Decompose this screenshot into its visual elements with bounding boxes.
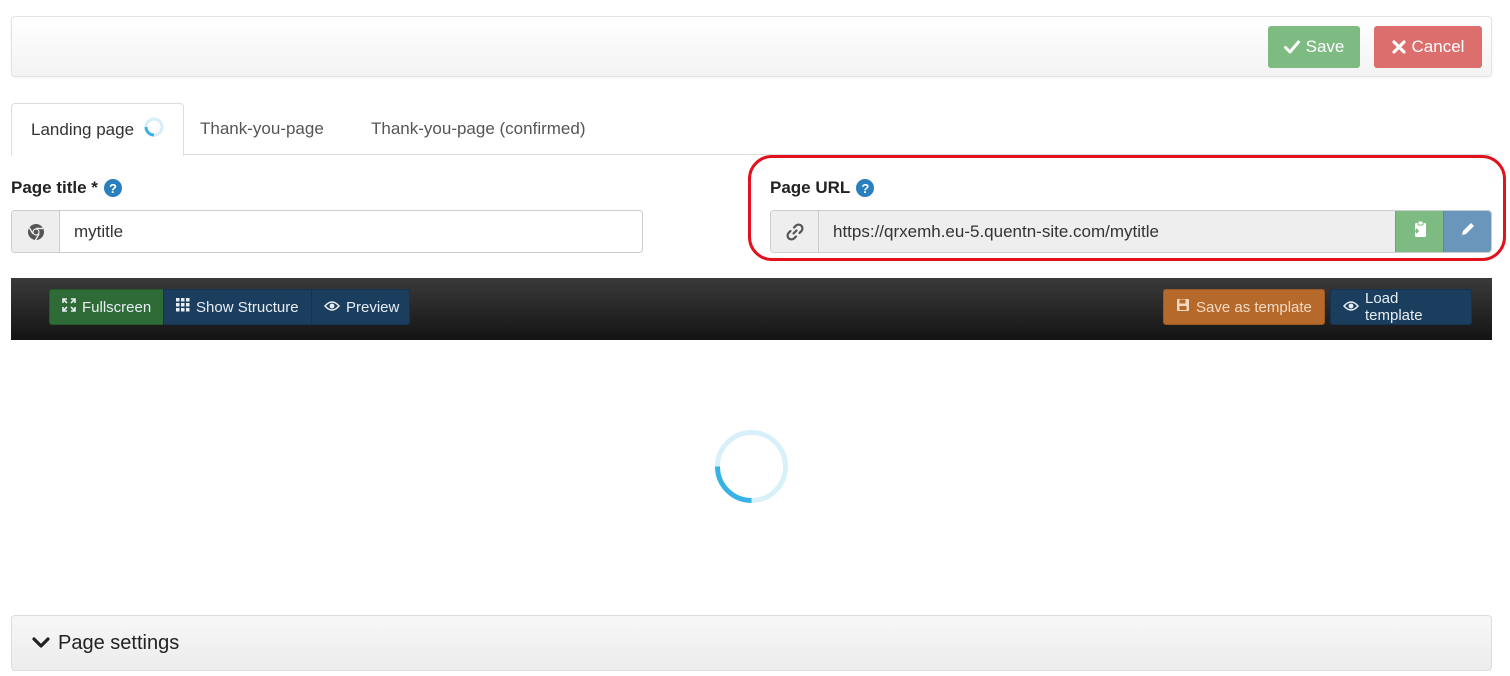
fullscreen-label: Fullscreen [82,298,152,316]
tab-thank-you-page[interactable]: Thank-you-page [181,103,343,155]
page-settings-label: Page settings [58,631,180,654]
preview-button[interactable]: Preview [311,289,410,325]
loading-spinner-icon [144,117,164,142]
close-icon [1391,40,1406,54]
page-title-label: Page title * ? [11,178,122,198]
editor-toolbar: Fullscreen Show Structure Preview Save a… [11,278,1492,340]
load-template-button[interactable]: Load template [1330,289,1472,325]
chrome-icon [12,211,60,252]
floppy-icon [1176,298,1190,316]
tab-label: Landing page [31,119,135,139]
clipboard-icon [1412,220,1428,243]
save-as-template-button[interactable]: Save as template [1163,289,1325,325]
save-button[interactable]: Save [1268,26,1360,68]
page-settings-panel[interactable]: Page settings [11,615,1492,671]
grid-icon [176,298,190,316]
save-as-template-label: Save as template [1196,298,1312,316]
loading-spinner-icon [713,428,790,510]
eye-icon [324,299,340,316]
tab-label: Thank-you-page (confirmed) [371,119,586,138]
edit-url-button[interactable] [1443,211,1491,252]
preview-label: Preview [346,298,400,316]
tab-label: Thank-you-page [200,119,324,138]
link-icon [771,211,819,252]
save-button-label: Save [1305,37,1345,56]
top-action-bar: Save Cancel [11,16,1492,77]
page-url-label: Page URL ? [770,178,875,198]
cancel-button[interactable]: Cancel [1374,26,1482,68]
tab-landing-page[interactable]: Landing page [11,103,185,156]
cancel-button-label: Cancel [1411,37,1465,56]
check-icon [1283,40,1300,54]
fullscreen-button[interactable]: Fullscreen [49,289,164,325]
page-title-field [11,210,643,253]
page-title-label-text: Page title * [11,178,98,197]
page-tabs: Landing page Thank-you-page Thank-you-pa… [11,103,1492,156]
page-url-input[interactable] [819,211,1395,252]
load-template-label: Load template [1365,290,1423,324]
eye-icon [1343,299,1359,316]
chevron-down-icon [32,632,50,655]
tab-thank-you-page-confirmed[interactable]: Thank-you-page (confirmed) [352,103,604,155]
show-structure-label: Show Structure [196,298,299,316]
expand-icon [62,298,76,316]
page-url-label-text: Page URL [770,178,851,197]
pencil-icon [1460,221,1476,242]
page-title-input[interactable] [60,211,642,252]
question-circle-icon[interactable]: ? [856,179,875,197]
show-structure-button[interactable]: Show Structure [163,289,312,325]
question-circle-icon[interactable]: ? [103,179,122,197]
copy-url-button[interactable] [1395,211,1443,252]
page-url-field [770,210,1492,253]
